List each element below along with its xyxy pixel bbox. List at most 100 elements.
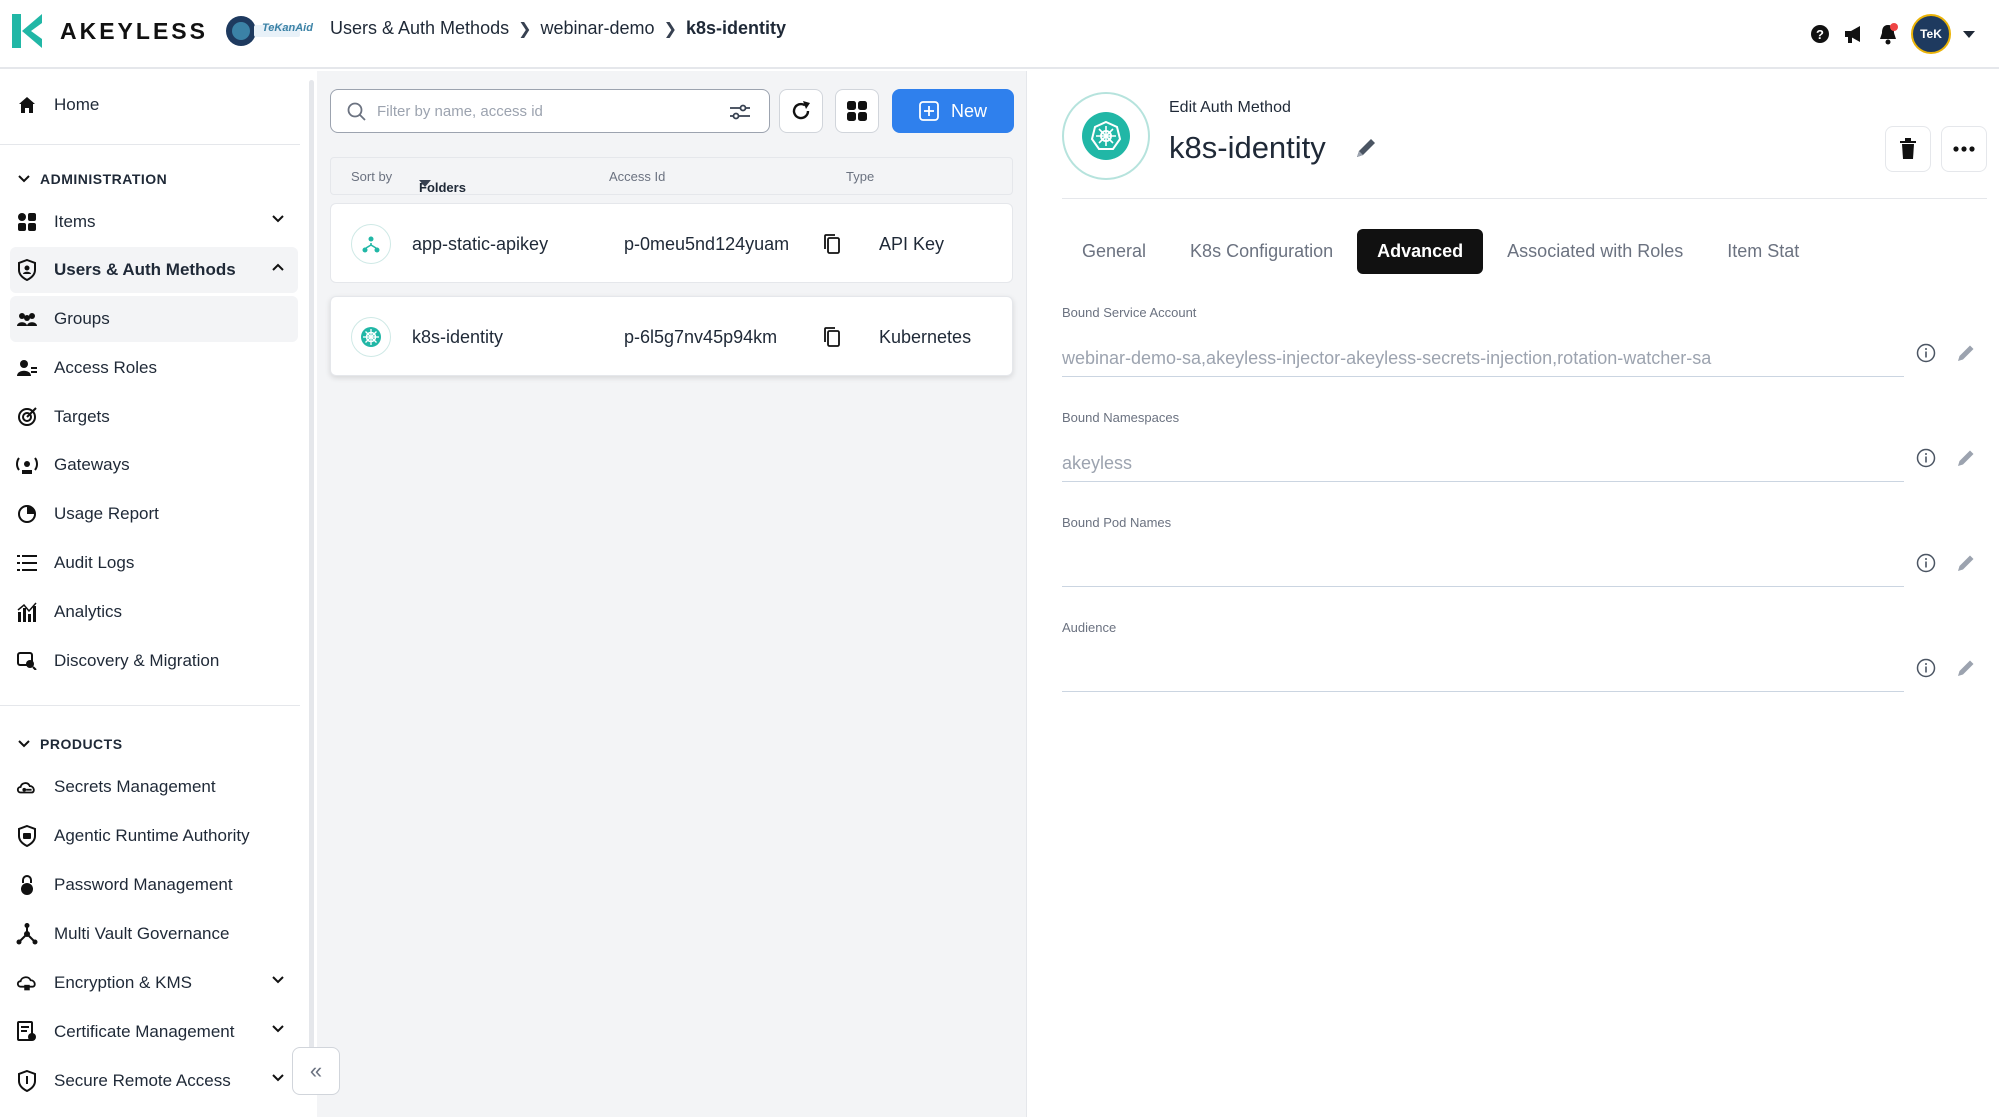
chevron-down-icon <box>18 175 30 183</box>
partner-name: TeKanAid <box>262 22 313 34</box>
top-bar: AKEYLESS TeKanAid Users & Auth Methods ❯… <box>0 0 1999 69</box>
list-item[interactable]: k8s-identity p-6l5g7nv45p94km Kubernetes <box>330 296 1013 376</box>
breadcrumb-item-folder[interactable]: webinar-demo <box>541 18 655 39</box>
sidebar-item-password-management[interactable]: Password Management <box>10 862 298 908</box>
info-icon[interactable] <box>1916 448 1936 468</box>
copy-icon[interactable] <box>824 234 840 254</box>
sidebar-item-label: Agentic Runtime Authority <box>54 826 250 845</box>
kubernetes-icon <box>351 317 391 357</box>
filter-sliders-icon[interactable] <box>729 102 751 122</box>
sidebar-item-label: Audit Logs <box>54 553 135 572</box>
tab-item-stat[interactable]: Item Stat <box>1707 229 1819 274</box>
info-icon[interactable] <box>1916 343 1936 363</box>
refresh-icon <box>792 101 810 120</box>
more-options-button[interactable] <box>1941 126 1987 172</box>
sidebar-item-multi-vault[interactable]: Multi Vault Governance <box>10 911 298 957</box>
tab-advanced[interactable]: Advanced <box>1357 229 1484 274</box>
field-value[interactable] <box>1062 549 1904 587</box>
section-administration[interactable]: ADMINISTRATION <box>18 171 167 187</box>
sidebar-item-label: Home <box>54 95 100 114</box>
tab-associated-with-roles[interactable]: Associated with Roles <box>1487 229 1703 274</box>
tab-general[interactable]: General <box>1062 229 1166 274</box>
sidebar-item-targets[interactable]: Targets <box>10 394 298 440</box>
akeyless-logo-icon <box>12 14 42 48</box>
pencil-icon[interactable] <box>1354 136 1378 160</box>
field-label: Audience <box>1062 620 1117 635</box>
row-type: API Key <box>879 234 945 254</box>
pie-chart-icon <box>16 503 38 525</box>
sidebar-item-encryption-kms[interactable]: Encryption & KMS <box>10 960 298 1006</box>
sidebar-item-label: Encryption & KMS <box>54 973 192 992</box>
delete-button[interactable] <box>1885 126 1931 172</box>
sidebar-item-home[interactable]: Home <box>10 82 298 128</box>
chevron-down-icon <box>18 740 30 748</box>
help-icon[interactable]: ? <box>1809 23 1831 45</box>
sidebar-item-audit-logs[interactable]: Audit Logs <box>10 540 298 586</box>
copy-icon[interactable] <box>824 327 840 347</box>
sidebar-item-label: Discovery & Migration <box>54 651 220 670</box>
column-access-id[interactable]: Access Id <box>609 169 665 184</box>
plus-square-icon <box>919 101 939 121</box>
pencil-icon[interactable] <box>1956 448 1976 468</box>
sidebar-item-discovery-migration[interactable]: Discovery & Migration <box>10 638 298 684</box>
field-value[interactable]: akeyless <box>1062 444 1904 482</box>
field-label: Bound Pod Names <box>1062 515 1172 530</box>
sidebar-item-label: Targets <box>54 407 110 426</box>
network-icon <box>16 923 38 945</box>
list-item[interactable]: app-static-apikey p-0meu5nd124yuam API K… <box>330 203 1013 283</box>
sidebar-item-label: Analytics <box>54 602 123 621</box>
field-bound-service-account: Bound Service Account webinar-demo-sa,ak… <box>1062 305 1987 377</box>
bell-icon[interactable] <box>1877 23 1899 45</box>
sidebar-item-label: Secrets Management <box>54 777 216 796</box>
targets-icon <box>16 406 38 428</box>
kubernetes-icon <box>1082 112 1130 160</box>
access-roles-icon <box>16 357 38 379</box>
sidebar-item-certificate-management[interactable]: Certificate Management <box>10 1009 298 1055</box>
pencil-icon[interactable] <box>1956 343 1976 363</box>
sidebar-item-analytics[interactable]: Analytics <box>10 589 298 635</box>
sidebar-item-users-auth-methods[interactable]: Users & Auth Methods <box>10 247 298 293</box>
column-type[interactable]: Type <box>846 169 874 184</box>
gateways-icon <box>16 454 38 476</box>
new-button-label: New <box>950 100 987 121</box>
sidebar-item-gateways[interactable]: Gateways <box>10 442 298 488</box>
row-name: app-static-apikey <box>412 234 549 254</box>
megaphone-icon[interactable] <box>1843 23 1865 45</box>
field-value[interactable]: webinar-demo-sa,akeyless-injector-akeyle… <box>1062 339 1904 377</box>
chevron-down-icon[interactable] <box>1963 30 1975 38</box>
sidebar-item-access-roles[interactable]: Access Roles <box>10 345 298 391</box>
field-value[interactable] <box>1062 654 1904 692</box>
chevron-up-icon <box>272 263 284 271</box>
pencil-icon[interactable] <box>1956 658 1976 678</box>
tab-k8s-configuration[interactable]: K8s Configuration <box>1170 229 1353 274</box>
user-avatar[interactable]: TeK <box>1911 14 1951 54</box>
sidebar-item-groups[interactable]: Groups <box>10 296 298 342</box>
search-input[interactable]: Filter by name, access id <box>330 89 770 133</box>
sidebar-item-agentic-runtime[interactable]: Agentic Runtime Authority <box>10 813 298 859</box>
sidebar-item-usage-report[interactable]: Usage Report <box>10 491 298 537</box>
analytics-icon <box>16 601 38 623</box>
info-icon[interactable] <box>1916 658 1936 678</box>
top-icons: ? TeK <box>1809 14 1975 54</box>
sidebar-item-secure-remote-access[interactable]: Secure Remote Access <box>10 1058 298 1104</box>
field-label: Bound Namespaces <box>1062 410 1180 425</box>
section-products[interactable]: PRODUCTS <box>18 736 123 752</box>
refresh-button[interactable] <box>779 89 823 133</box>
sidebar-scrollbar[interactable] <box>309 80 314 1060</box>
sidebar-item-items[interactable]: Items <box>10 199 298 245</box>
akeyless-logo[interactable]: AKEYLESS <box>12 14 208 48</box>
new-button[interactable]: New <box>892 89 1014 133</box>
sidebar-item-label: Password Management <box>54 875 233 894</box>
breadcrumb-item-users-auth[interactable]: Users & Auth Methods <box>330 18 509 39</box>
grid-view-button[interactable] <box>835 89 879 133</box>
row-name: k8s-identity <box>412 327 504 347</box>
sidebar-item-label: Secure Remote Access <box>54 1071 231 1090</box>
collapse-sidebar-button[interactable]: « <box>292 1047 340 1095</box>
cloud-lock-icon <box>16 972 38 994</box>
sidebar-item-label: Certificate Management <box>54 1022 235 1041</box>
page-title: k8s-identity <box>1169 130 1378 166</box>
pencil-icon[interactable] <box>1956 553 1976 573</box>
sidebar-item-secrets-management[interactable]: Secrets Management <box>10 764 298 810</box>
breadcrumb: Users & Auth Methods ❯ webinar-demo ❯ k8… <box>330 18 786 39</box>
info-icon[interactable] <box>1916 553 1936 573</box>
